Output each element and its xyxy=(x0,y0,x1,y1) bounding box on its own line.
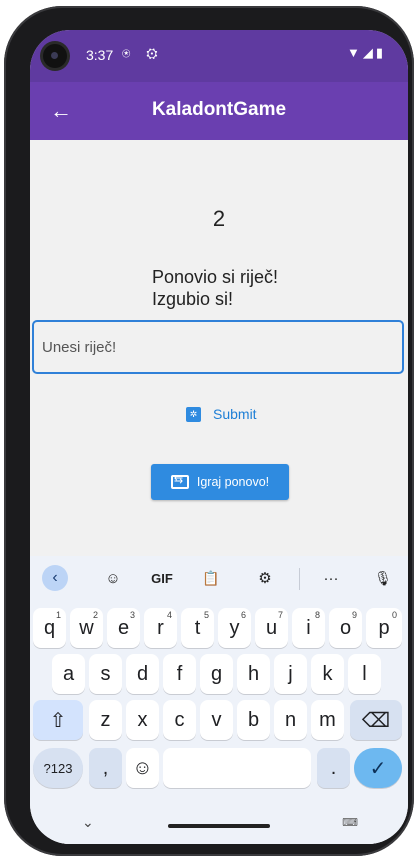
submit-label: Submit xyxy=(213,406,257,422)
key-w[interactable]: w2 xyxy=(70,608,103,648)
key-i[interactable]: i8 xyxy=(292,608,325,648)
key-hint: 0 xyxy=(391,610,397,620)
backspace-key[interactable]: ⌫ xyxy=(350,700,402,740)
shift-key[interactable]: ⇧ xyxy=(33,700,83,740)
camera-cutout xyxy=(43,44,67,68)
app-title: KaladontGame xyxy=(151,99,287,120)
key-hint: 7 xyxy=(277,610,283,620)
key-p[interactable]: p0 xyxy=(366,608,402,648)
period-key[interactable]: . xyxy=(317,748,350,788)
navigation-bar: ⌄ ⌨ xyxy=(30,814,408,844)
key-hint: 9 xyxy=(351,610,357,620)
toolbar-divider xyxy=(299,568,300,590)
key-v[interactable]: v xyxy=(200,700,233,740)
hide-keyboard-icon[interactable]: ⌄ xyxy=(82,814,94,831)
key-k[interactable]: k xyxy=(311,654,344,694)
space-key[interactable] xyxy=(163,748,311,788)
key-hint: 4 xyxy=(166,610,172,620)
key-u[interactable]: u7 xyxy=(255,608,288,648)
key-hint: 2 xyxy=(92,610,98,620)
phone-frame: 3:37 ⍟ ⚙ ▼◢▮ ← KaladontGame 2 Ponovio si… xyxy=(4,6,414,856)
key-o[interactable]: o9 xyxy=(329,608,362,648)
key-e[interactable]: e3 xyxy=(107,608,140,648)
clipboard-icon[interactable]: 📋 xyxy=(198,566,224,590)
app-bar: ← KaladontGame xyxy=(30,82,408,140)
symbols-key[interactable]: ?123 xyxy=(33,748,83,788)
key-hint: 6 xyxy=(240,610,246,620)
play-again-label: Igraj ponovo! xyxy=(196,475,270,489)
key-hint: 5 xyxy=(203,610,209,620)
key-a[interactable]: a xyxy=(52,654,85,694)
submit-button[interactable]: ✲ Submit xyxy=(186,406,257,422)
key-t[interactable]: t5 xyxy=(181,608,214,648)
key-d[interactable]: d xyxy=(126,654,159,694)
home-indicator[interactable] xyxy=(168,824,270,828)
key-l[interactable]: l xyxy=(348,654,381,694)
screen: 3:37 ⍟ ⚙ ▼◢▮ ← KaladontGame 2 Ponovio si… xyxy=(30,30,408,844)
key-y[interactable]: y6 xyxy=(218,608,251,648)
status-bar: 3:37 ⍟ ⚙ ▼◢▮ xyxy=(30,30,408,82)
key-x[interactable]: x xyxy=(126,700,159,740)
more-icon[interactable]: ··· xyxy=(316,566,346,590)
key-m[interactable]: m xyxy=(311,700,344,740)
status-right-icons: ▼◢▮ xyxy=(346,45,386,60)
key-h[interactable]: h xyxy=(237,654,270,694)
key-r[interactable]: r4 xyxy=(144,608,177,648)
score-value: 2 xyxy=(212,206,226,231)
keyboard-switch-icon[interactable]: ⌨ xyxy=(342,816,358,829)
key-s[interactable]: s xyxy=(89,654,122,694)
enter-key[interactable]: ✓ xyxy=(354,748,402,788)
collapse-icon[interactable]: ‹ xyxy=(42,565,68,591)
key-q[interactable]: q1 xyxy=(33,608,66,648)
key-f[interactable]: f xyxy=(163,654,196,694)
status-left-icons: ⍟ ⚙ xyxy=(122,45,164,61)
keyboard-settings-icon[interactable]: ⚙ xyxy=(252,566,278,590)
sticker-icon[interactable]: ☺ xyxy=(100,566,126,590)
emoji-key[interactable]: ☺ xyxy=(126,748,159,788)
replay-icon xyxy=(170,473,189,489)
key-hint: 3 xyxy=(129,610,135,620)
key-g[interactable]: g xyxy=(200,654,233,694)
message-repeated-word: Ponovio si riječ! xyxy=(152,267,279,287)
key-c[interactable]: c xyxy=(163,700,196,740)
key-n[interactable]: n xyxy=(274,700,307,740)
microphone-icon[interactable]: 🎙 xyxy=(370,566,396,590)
word-input[interactable] xyxy=(32,320,404,374)
play-again-button[interactable]: Igraj ponovo! xyxy=(151,464,289,500)
key-hint: 1 xyxy=(55,610,61,620)
key-j[interactable]: j xyxy=(274,654,307,694)
gif-button[interactable]: GIF xyxy=(142,566,182,590)
key-z[interactable]: z xyxy=(89,700,122,740)
game-message: Ponovio si riječ! Izgubio si! xyxy=(152,266,278,310)
soft-keyboard: ‹ ☺ GIF 📋 ⚙ ··· 🎙 q1 w2 e3 r4 t5 y6 u7 i… xyxy=(30,556,408,844)
message-lost: Izgubio si! xyxy=(152,289,234,309)
submit-icon: ✲ xyxy=(186,406,201,422)
key-b[interactable]: b xyxy=(237,700,270,740)
status-time: 3:37 xyxy=(86,47,114,63)
key-hint: 8 xyxy=(314,610,320,620)
keyboard-toolbar: ‹ ☺ GIF 📋 ⚙ ··· 🎙 xyxy=(30,556,408,600)
comma-key[interactable]: , xyxy=(89,748,122,788)
